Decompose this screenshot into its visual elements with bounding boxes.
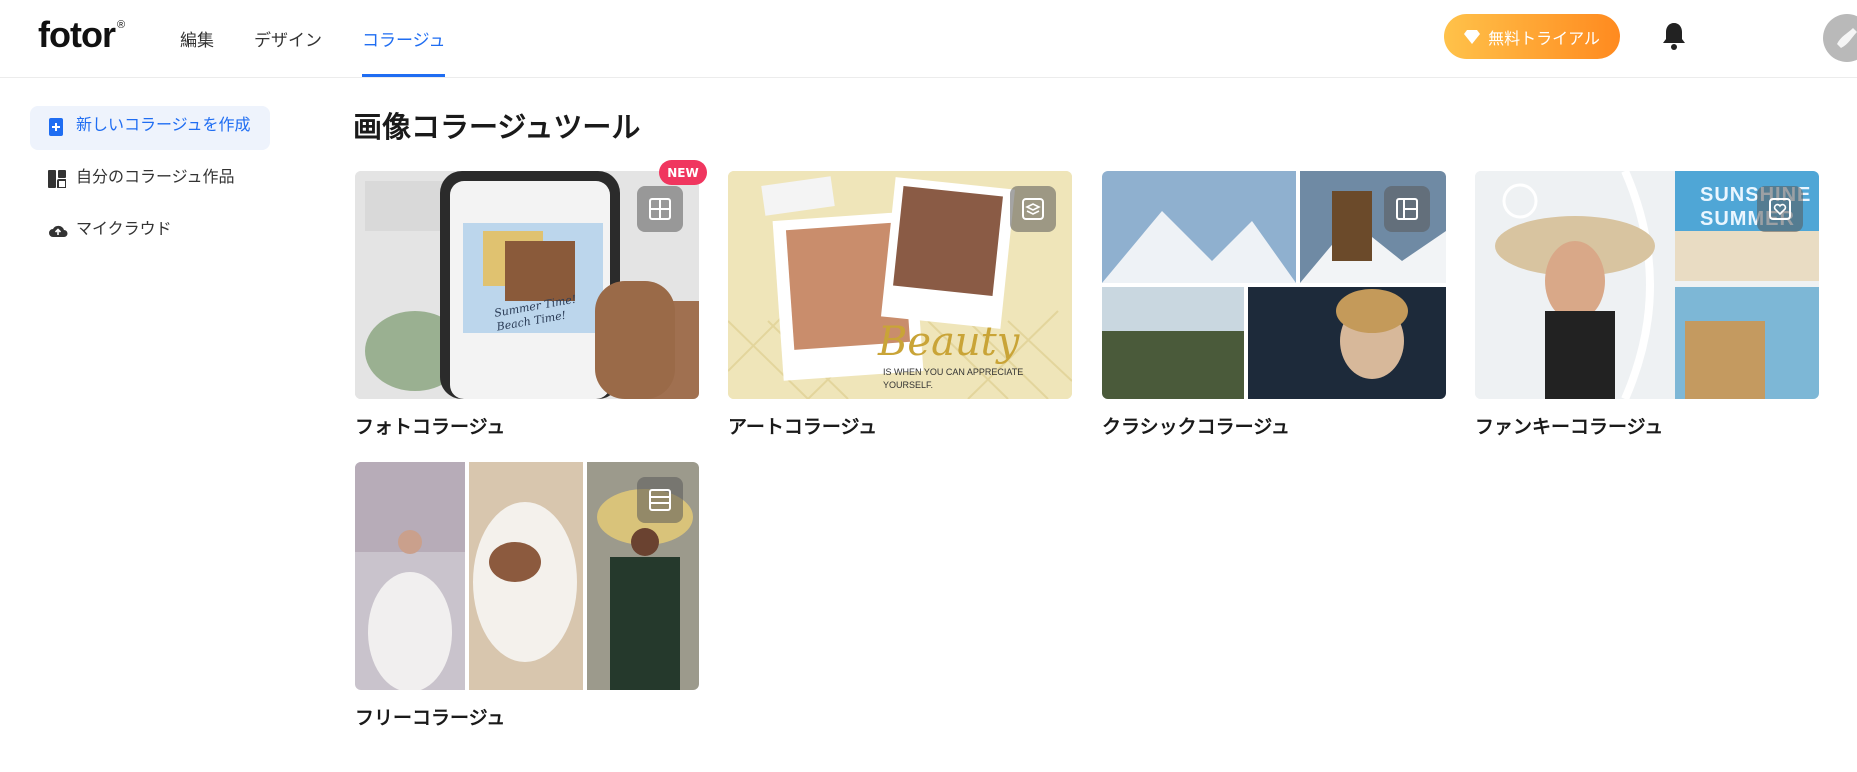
top-header: fotor ® 編集 デザイン コラージュ 無料トライアル: [0, 0, 1857, 78]
card-label: ファンキーコラージュ: [1475, 416, 1664, 438]
sidebar-item-label: 自分のコラージュ作品: [76, 167, 235, 186]
nav-design[interactable]: デザイン: [254, 0, 322, 77]
page-title: 画像コラージュツール: [353, 110, 641, 144]
thumb-subcaption: IS WHEN YOU CAN APPRECIATE YOURSELF.: [883, 367, 1024, 390]
card-label: クラシックコラージュ: [1102, 416, 1290, 438]
card-thumbnail: SUNSHINE SUMMER: [1475, 171, 1819, 399]
sidebar-item-label: マイクラウド: [76, 219, 172, 238]
card-classic-collage[interactable]: クラシックコラージュ: [1102, 171, 1446, 439]
sidebar-item-my-collages[interactable]: 自分のコラージュ作品: [30, 158, 270, 202]
nav-edit[interactable]: 編集: [180, 0, 214, 77]
card-label: アートコラージュ: [728, 416, 878, 438]
sidebar: 新しいコラージュを作成 自分のコラージュ作品 マイクラウド: [30, 106, 270, 262]
card-thumbnail: [355, 462, 699, 690]
new-badge: NEW: [659, 160, 707, 185]
free-trial-label: 無料トライアル: [1488, 28, 1600, 48]
fotor-logo[interactable]: fotor ®: [38, 14, 125, 56]
card-art-collage[interactable]: Beauty IS WHEN YOU CAN APPRECIATE YOURSE…: [728, 171, 1072, 439]
sidebar-item-my-cloud[interactable]: マイクラウド: [30, 210, 270, 254]
free-trial-button[interactable]: 無料トライアル: [1444, 14, 1620, 59]
split-layout-icon: [1384, 186, 1430, 232]
collage-layout-icon: [48, 170, 68, 188]
card-label: フリーコラージュ: [355, 707, 506, 729]
diamond-icon: [1464, 29, 1481, 44]
sidebar-item-label: 新しいコラージュを作成: [76, 115, 251, 134]
grid-layout-icon: [637, 186, 683, 232]
card-funky-collage[interactable]: SUNSHINE SUMMER ファンキーコラージュ: [1475, 171, 1819, 439]
card-free-collage[interactable]: フリーコラージュ: [355, 462, 699, 730]
sidebar-item-new-collage[interactable]: 新しいコラージュを作成: [30, 106, 270, 150]
thumb-caption: Beauty: [878, 319, 1020, 365]
new-document-icon: [48, 118, 68, 136]
card-thumbnail: Summer Time! Beach Time!: [355, 171, 699, 399]
nav-collage[interactable]: コラージュ: [362, 0, 446, 77]
bell-icon[interactable]: [1660, 21, 1688, 55]
rows-layout-icon: [637, 477, 683, 523]
layers-icon: [1010, 186, 1056, 232]
heart-frame-icon: [1757, 186, 1803, 232]
card-thumbnail: [1102, 171, 1446, 399]
card-photo-collage[interactable]: Summer Time! Beach Time! フォトコラージュ: [355, 171, 699, 439]
card-thumbnail: Beauty IS WHEN YOU CAN APPRECIATE YOURSE…: [728, 171, 1072, 399]
user-avatar[interactable]: [1823, 14, 1857, 62]
main-nav: 編集 デザイン コラージュ: [180, 0, 485, 77]
cloud-upload-icon: [48, 222, 68, 238]
card-label: フォトコラージュ: [355, 416, 506, 438]
